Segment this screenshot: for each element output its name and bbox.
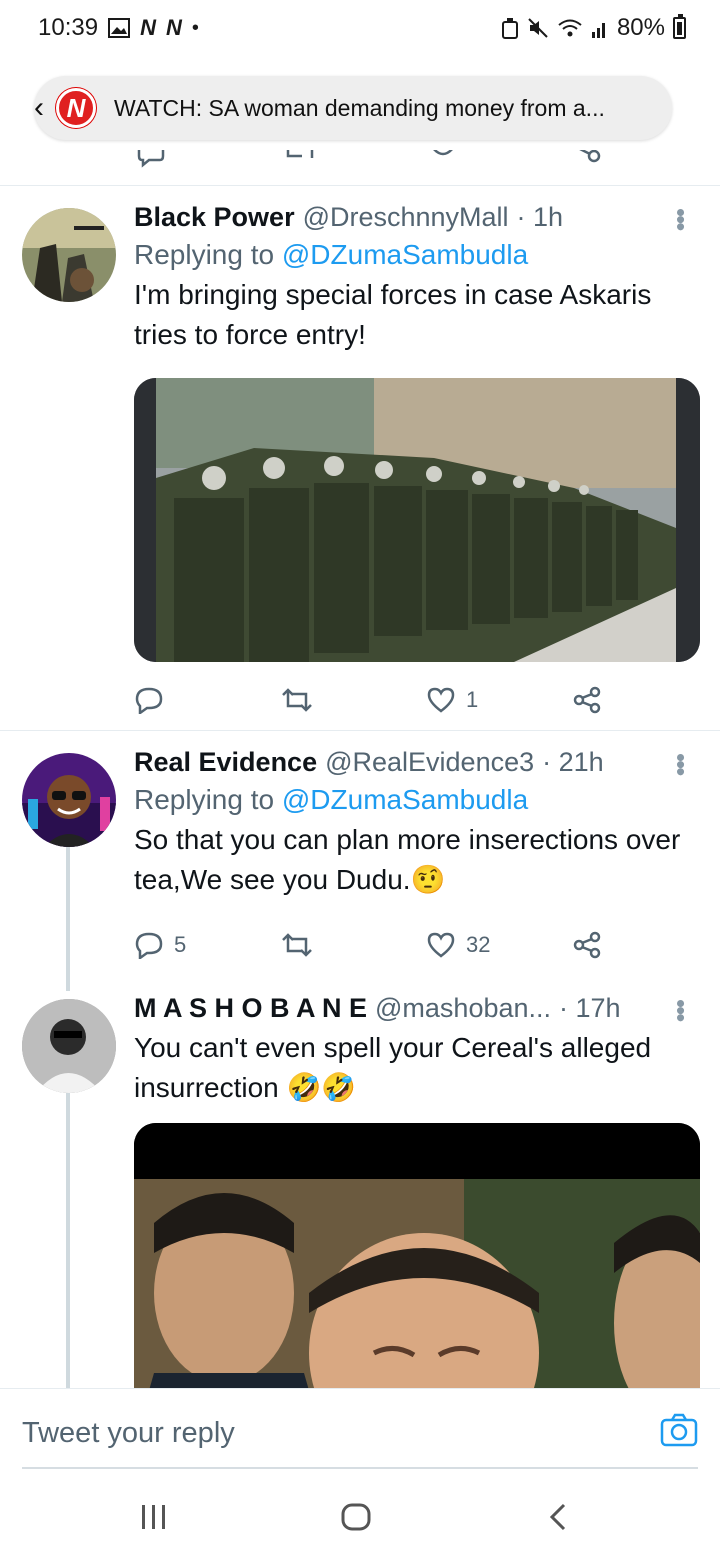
share-icon[interactable] (572, 686, 602, 714)
tweet-actions: 1 (134, 682, 614, 718)
gallery-icon (108, 16, 131, 40)
retweet-icon[interactable] (280, 931, 314, 959)
retweet-button[interactable] (280, 931, 324, 959)
mention-link[interactable]: @DZumaSambudla (282, 239, 528, 270)
reply-icon[interactable] (134, 931, 164, 959)
tweet-header: Real Evidence @RealEvidence3 · 21h (134, 747, 698, 778)
like-icon[interactable] (426, 931, 456, 959)
author-handle[interactable]: @RealEvidence3 (325, 747, 534, 778)
like-icon[interactable] (426, 686, 456, 714)
mention-link[interactable]: @DZumaSambudla (282, 784, 528, 815)
avatar[interactable] (22, 753, 116, 847)
status-time: 10:39 (38, 14, 99, 41)
system-nav-bar (0, 1480, 720, 1560)
avatar[interactable] (22, 208, 116, 302)
retweet-icon[interactable] (280, 686, 314, 714)
like-icon[interactable] (428, 150, 458, 168)
divider (22, 1467, 698, 1469)
like-button[interactable]: 1 (426, 686, 478, 714)
tweet-header: M A S H O B A N E @mashoban... · 17h (134, 993, 698, 1024)
battery-percent: 80% (616, 14, 665, 41)
replying-prefix: Replying to (134, 239, 275, 270)
author-handle[interactable]: @DreschnnyMall (303, 202, 509, 233)
retweet-icon[interactable] (282, 150, 322, 168)
news-n-icon: N (140, 15, 156, 40)
tweet-thread[interactable]: ••• Real Evidence @RealEvidence3 · 21h R… (0, 731, 720, 1390)
share-icon[interactable] (572, 931, 602, 959)
tweet-black-power[interactable]: ••• Black Power @DreschnnyMall · 1h Repl… (0, 186, 720, 731)
tweet-time: · 17h (559, 993, 621, 1023)
author-name[interactable]: Real Evidence (134, 747, 317, 778)
wifi-icon (557, 16, 583, 40)
recents-icon[interactable] (140, 1502, 168, 1537)
emoji: 🤨 (410, 864, 446, 895)
emoji: 🤣🤣 (286, 1072, 357, 1103)
tweet-header: Black Power @DreschnnyMall · 1h (134, 202, 698, 233)
tweet-text: You can't even spell your Cereal's alleg… (134, 1028, 698, 1108)
reply-button[interactable] (134, 686, 174, 714)
author-name[interactable]: M A S H O B A N E (134, 993, 367, 1024)
camera-icon[interactable] (660, 1413, 698, 1452)
news-headline[interactable]: WATCH: SA woman demanding money from a..… (114, 95, 605, 122)
news-notification-pill[interactable]: ‹ N WATCH: SA woman demanding money from… (34, 76, 672, 140)
reply-composer[interactable]: Tweet your reply (0, 1388, 720, 1480)
replying-to: Replying to @DZumaSambudla (134, 784, 698, 816)
thread-line (66, 1093, 70, 1390)
tweet-feed[interactable]: ••• Black Power @DreschnnyMall · 1h Repl… (0, 150, 720, 1390)
reply-icon[interactable] (134, 686, 164, 714)
news-logo: N (56, 88, 96, 128)
back-icon[interactable] (546, 1502, 570, 1537)
signal-icon (591, 16, 609, 40)
home-icon[interactable] (340, 1502, 372, 1537)
share-icon[interactable] (574, 150, 604, 168)
reply-button[interactable]: 5 (134, 931, 186, 959)
retweet-button[interactable] (280, 686, 324, 714)
back-icon[interactable]: ‹ (34, 93, 56, 123)
avatar[interactable] (22, 999, 116, 1093)
mute-icon (527, 16, 549, 40)
status-bar: 10:39 N N • 80% (0, 0, 720, 56)
tweet-image[interactable] (134, 1123, 700, 1390)
tweet-actions: 5 32 (134, 927, 614, 963)
dot-icon: • (191, 16, 199, 39)
share-button[interactable] (572, 686, 602, 714)
replying-prefix: Replying to (134, 784, 275, 815)
author-name[interactable]: Black Power (134, 202, 295, 233)
reply-icon[interactable] (136, 150, 166, 168)
tweet-image[interactable] (134, 378, 700, 662)
tweet-time: · 21h (542, 747, 604, 777)
thread-line (66, 847, 70, 991)
like-count: 1 (466, 687, 479, 712)
reply-count: 5 (174, 932, 187, 957)
tweet-time: · 1h (516, 202, 564, 232)
like-count: 32 (466, 932, 491, 957)
replying-to: Replying to @DZumaSambudla (134, 239, 698, 271)
news-n-icon: N (165, 15, 182, 40)
tweet-text-content: You can't even spell your Cereal's alleg… (134, 1032, 652, 1103)
silent-mode-icon (501, 16, 519, 40)
reply-input[interactable]: Tweet your reply (22, 1417, 235, 1450)
author-handle[interactable]: @mashoban... (375, 993, 551, 1024)
share-button[interactable] (572, 931, 602, 959)
tweet-text: So that you can plan more inserections o… (134, 820, 698, 900)
tweet-text: I'm bringing special forces in case Aska… (134, 279, 652, 350)
battery-icon (673, 14, 686, 39)
like-button[interactable]: 32 (426, 931, 490, 959)
previous-tweet-actions (0, 150, 720, 186)
tweet-text-content: So that you can plan more inserections o… (134, 824, 681, 895)
